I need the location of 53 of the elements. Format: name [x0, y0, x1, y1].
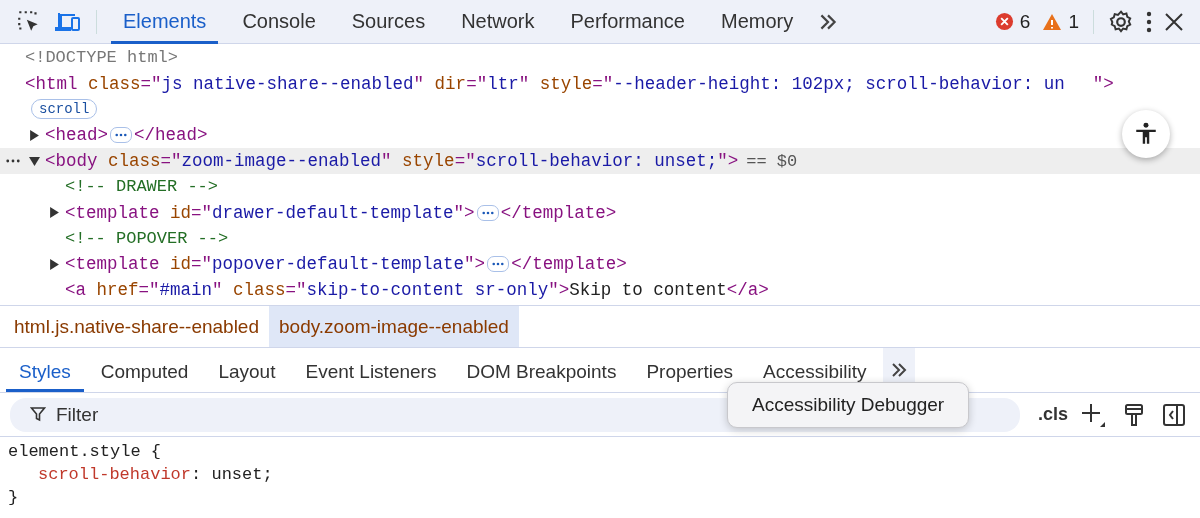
accessibility-button[interactable] — [1122, 110, 1170, 158]
code-line[interactable]: <body class="zoom-image--enabled" style="scroll-behavior: unset;"> — [45, 151, 739, 172]
sidebar-tab[interactable]: Computed — [87, 348, 202, 392]
open-brace: { — [150, 442, 162, 461]
close-brace: } — [8, 488, 19, 507]
panel-tab[interactable]: Console — [230, 0, 328, 44]
accessibility-icon — [1133, 121, 1159, 147]
selected-marker: == $0 — [746, 151, 798, 171]
paint-brush-icon[interactable] — [1124, 402, 1144, 427]
close-icon[interactable] — [1164, 11, 1184, 32]
collapsed-triangle-icon[interactable] — [49, 207, 60, 219]
breadcrumb[interactable]: html.js.native-share--enabled — [4, 306, 269, 347]
sidebar-tab[interactable]: Layout — [205, 348, 289, 392]
code-line: "> — [1092, 73, 1114, 94]
code-line[interactable]: <template id="popover-default-template"> — [65, 254, 486, 275]
code-line[interactable]: <a href="#main" class="skip-to-content sr-only">Skip to content</a> — [65, 280, 769, 301]
sidebar-tab[interactable]: DOM Breakpoints — [453, 348, 630, 392]
panel-tab[interactable]: Sources — [339, 0, 438, 44]
code-line[interactable]: <!-- POPOVER --> — [65, 228, 229, 248]
panel-tab[interactable]: Network — [449, 0, 547, 44]
settings-icon[interactable] — [1108, 8, 1134, 35]
collapsed-triangle-icon[interactable] — [29, 129, 40, 141]
error-count: 6 — [1019, 10, 1031, 33]
closing-tag: </template> — [500, 202, 617, 223]
more-dots-icon[interactable] — [6, 159, 20, 164]
expanded-triangle-icon[interactable] — [29, 155, 40, 167]
sidebar-tab[interactable]: Event Listeners — [292, 348, 450, 392]
css-selector: element.style — [8, 442, 141, 461]
code-line[interactable]: <template id="drawer-default-template"> — [65, 202, 475, 223]
ellipsis-badge[interactable] — [487, 256, 510, 273]
warning-icon — [1042, 12, 1063, 31]
code-line[interactable]: <!DOCTYPE html> — [25, 48, 179, 68]
breadcrumb[interactable]: body.zoom-image--enabled — [269, 306, 519, 347]
closing-tag: </head> — [134, 125, 208, 146]
cls-button[interactable]: .cls — [1037, 404, 1068, 425]
add-icon[interactable] — [1080, 401, 1106, 428]
tooltip: Accessibility Debugger — [727, 382, 970, 428]
error-icon — [994, 12, 1014, 31]
panel-tab[interactable]: Memory — [709, 0, 806, 44]
panel-tab[interactable]: Performance — [558, 0, 697, 44]
ellipsis-badge[interactable] — [110, 127, 132, 144]
more-options-icon[interactable] — [1146, 10, 1152, 33]
panel-tab[interactable]: Elements — [111, 0, 219, 44]
warning-count: 1 — [1068, 10, 1079, 33]
code-line[interactable]: <html class="js native-share--enabled" dir="ltr" style="--header-height: 102px; scroll-behavior: un — [25, 73, 1065, 94]
css-declaration[interactable]: scroll-behavior: unset; — [38, 465, 273, 484]
collapsed-triangle-icon[interactable] — [49, 258, 60, 270]
closing-tag: </template> — [511, 254, 627, 275]
code-line[interactable]: <!-- DRAWER --> — [65, 177, 219, 197]
sidebar-toggle-icon[interactable] — [1162, 402, 1186, 427]
code-line[interactable]: <head> — [45, 125, 108, 146]
ellipsis-badge[interactable] — [476, 204, 499, 221]
sidebar-tab[interactable]: Styles — [6, 348, 84, 392]
